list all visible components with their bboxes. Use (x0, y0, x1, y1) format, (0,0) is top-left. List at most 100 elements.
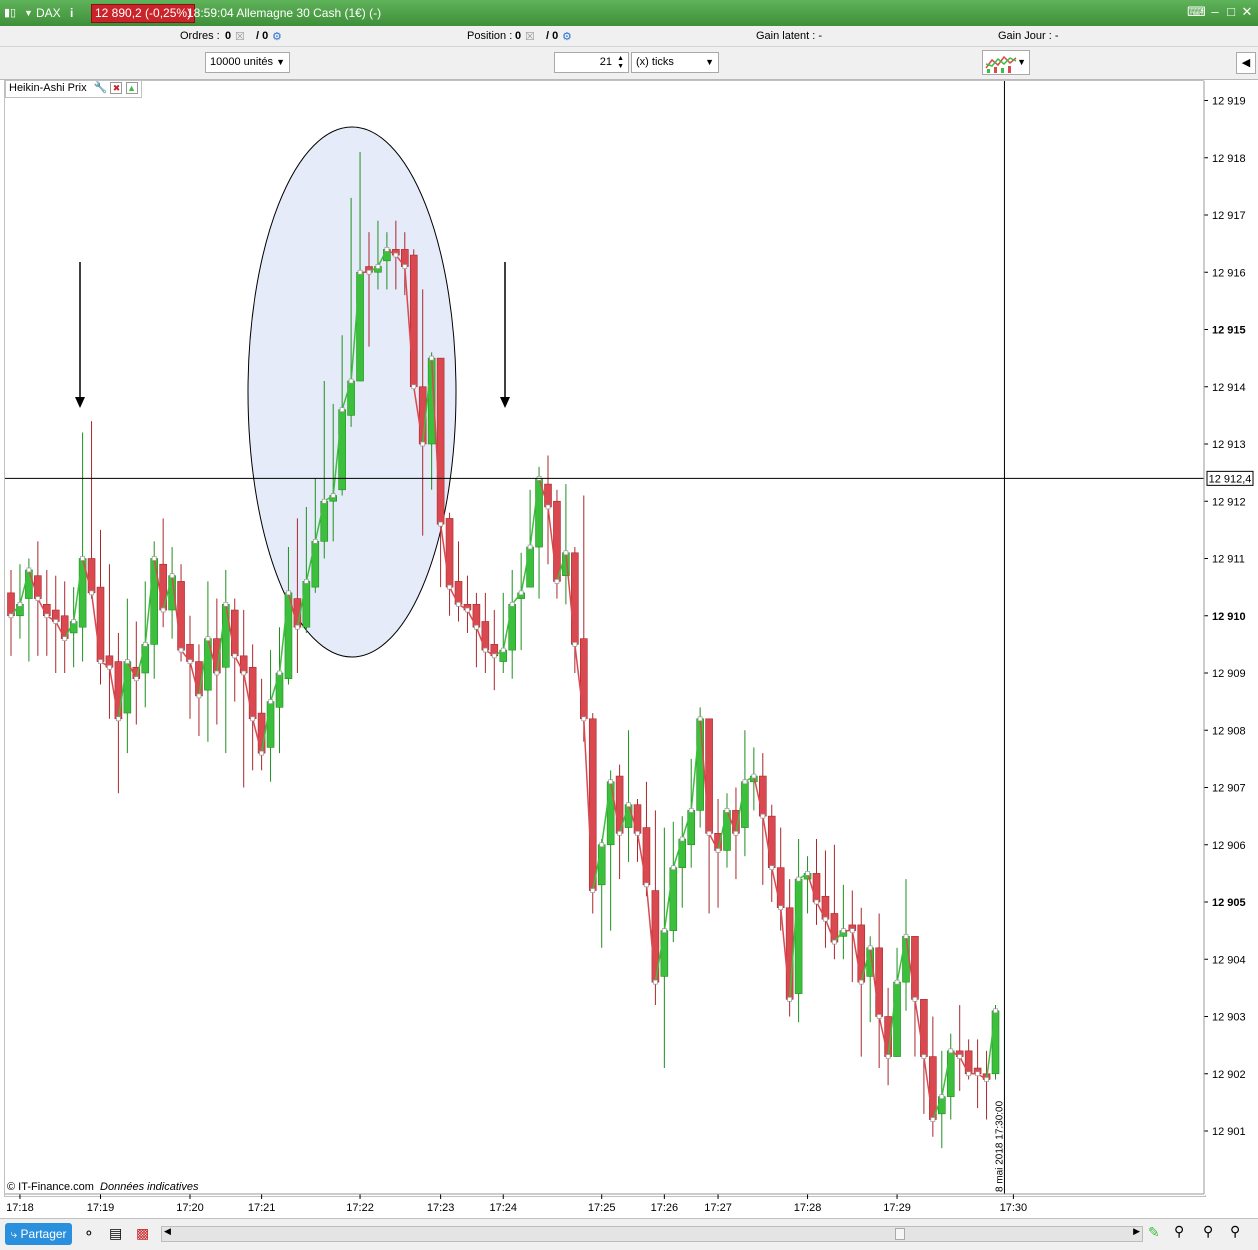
close-marker (375, 264, 381, 269)
bottom-toolbar: ⤷ Partager ⚬ ▤ ▩ ◀ ▶ ✎ ⚲ ⚲ ⚲ (0, 1218, 1258, 1250)
scroll-right-icon[interactable]: ▶ (1133, 1226, 1140, 1237)
chart-svg[interactable]: 12 901 12 902 12 903 12 904 12 905 12 906 12 9… (0, 0, 1258, 1249)
x-tick-label: 17:21 (248, 1202, 276, 1214)
close-marker (823, 916, 828, 922)
scroll-left-icon[interactable]: ◀ (164, 1226, 171, 1237)
y-tick-label: 12 904 (1212, 954, 1246, 966)
close-marker (339, 407, 345, 412)
x-tick-label: 17:28 (794, 1202, 822, 1214)
candle-body (875, 947, 883, 1017)
close-marker (142, 642, 148, 647)
close-marker (670, 865, 676, 871)
candle-body (230, 609, 239, 657)
close-marker (796, 876, 801, 882)
x-tick-label: 17:27 (704, 1202, 732, 1214)
add-icon[interactable]: ▲ (125, 82, 138, 94)
indicator-label-box[interactable]: Heikin-Ashi Prix 🔧 ✖ ▲ (5, 80, 142, 98)
share-button[interactable]: ⤷ Partager (5, 1223, 72, 1245)
candle-body (508, 603, 517, 651)
cursor-mode-icon[interactable]: ⚬ (83, 1225, 95, 1242)
y-tick-label: 12 910 (1212, 611, 1246, 623)
y-tick-label: 12 911 (1212, 554, 1245, 566)
x-tick-label: 17:19 (87, 1202, 115, 1214)
close-marker (930, 1117, 936, 1122)
x-tick-label: 17:20 (176, 1202, 204, 1214)
y-tick-label: 12 914 (1212, 382, 1246, 394)
close-marker (527, 544, 533, 550)
zoom-in-icon[interactable]: ⚲ (1230, 1223, 1240, 1240)
close-marker (483, 647, 488, 653)
drawing-tools-icon[interactable]: ✎ (1148, 1224, 1160, 1241)
close-marker (393, 252, 399, 258)
close-marker (44, 613, 50, 619)
footer-credit: © IT-Finance.com Données indicatives (7, 1181, 198, 1193)
remove-icon[interactable]: ✖ (110, 82, 123, 94)
candle-body (687, 810, 696, 846)
close-marker (885, 1054, 891, 1059)
candle-body (705, 718, 713, 834)
close-marker (35, 596, 41, 601)
y-tick-label: 12 905 (1212, 897, 1246, 909)
close-marker (366, 269, 372, 275)
close-marker (277, 670, 282, 676)
candle-body (785, 907, 794, 1000)
candle-body (87, 558, 96, 594)
candle-body (937, 1096, 946, 1115)
close-marker (635, 830, 640, 836)
candle-body (678, 838, 687, 868)
close-marker (89, 590, 94, 596)
close-marker (832, 939, 837, 945)
close-marker (787, 996, 793, 1002)
close-marker (814, 899, 819, 905)
candle-body (696, 718, 704, 811)
indicator-label: Heikin-Ashi Prix (9, 82, 87, 94)
candle-body (436, 357, 445, 525)
candle-body (445, 518, 454, 588)
y-tick-label: 12 917 (1212, 210, 1246, 222)
zoom-fit-icon[interactable]: ⚲ (1174, 1223, 1184, 1240)
close-marker (312, 538, 318, 544)
close-marker (286, 590, 291, 596)
close-marker (894, 979, 900, 985)
wrench-icon[interactable]: 🔧 (94, 82, 108, 94)
y-tick-label: 12 906 (1212, 840, 1246, 852)
indicators-icon[interactable]: ▩ (136, 1225, 149, 1242)
close-marker (321, 498, 327, 504)
close-marker (912, 996, 918, 1002)
close-marker (196, 693, 202, 699)
candle-body (588, 718, 597, 891)
close-marker (509, 601, 515, 607)
close-marker (626, 802, 631, 808)
close-marker (993, 1008, 998, 1014)
y-tick-label: 12 907 (1212, 783, 1246, 795)
close-marker (304, 579, 309, 584)
candle-body (222, 603, 230, 668)
close-marker (688, 808, 694, 813)
y-tick-label: 12 908 (1212, 725, 1246, 737)
cursor-price-box: 12 912,4 (1206, 470, 1254, 486)
close-marker (751, 773, 757, 779)
close-marker (98, 659, 103, 664)
horizontal-scrollbar[interactable]: ◀ ▶ (161, 1226, 1143, 1242)
close-marker (214, 670, 220, 676)
candle-body (579, 638, 588, 720)
share-icon: ⤷ (10, 1227, 18, 1241)
close-marker (984, 1077, 989, 1082)
x-tick-label: 17:22 (346, 1202, 374, 1214)
close-marker (724, 808, 730, 813)
list-icon[interactable]: ▤ (109, 1225, 122, 1242)
y-tick-label: 12 918 (1212, 153, 1246, 165)
close-marker (769, 865, 775, 871)
scroll-thumb[interactable] (895, 1228, 905, 1240)
close-marker (330, 493, 336, 498)
close-marker (232, 653, 238, 659)
zoom-out-icon[interactable]: ⚲ (1203, 1223, 1213, 1240)
candle-body (275, 672, 284, 708)
close-marker (169, 573, 175, 579)
close-marker (975, 1071, 980, 1077)
close-marker (53, 619, 59, 624)
candle-body (929, 1056, 937, 1120)
candle-body (311, 541, 320, 588)
close-marker (966, 1071, 972, 1077)
candle-body (741, 781, 749, 828)
